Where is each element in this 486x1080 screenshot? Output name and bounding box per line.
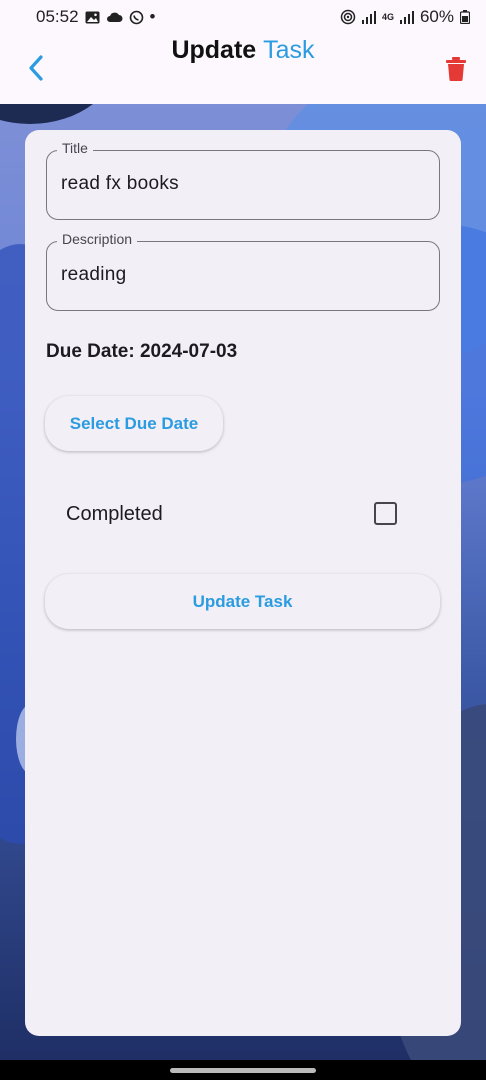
delete-button[interactable] — [442, 55, 470, 83]
battery-percent: 60% — [419, 7, 454, 26]
whatsapp-icon — [129, 10, 144, 25]
status-left: 05:52 • — [36, 7, 156, 27]
status-dot: • — [149, 7, 156, 26]
gallery-icon — [85, 11, 100, 24]
page-title: Update Task — [0, 36, 486, 65]
hotspot-icon — [340, 9, 356, 25]
description-field-label: Description — [57, 231, 138, 247]
select-due-date-button[interactable]: Select Due Date — [45, 396, 223, 451]
description-field[interactable]: Description — [46, 231, 440, 311]
update-task-button[interactable]: Update Task — [45, 574, 440, 629]
network-type-label: 4G — [381, 11, 394, 22]
status-bar: 05:52 • 4G 60% — [0, 0, 486, 34]
due-date-text: Due Date: 2024-07-03 — [46, 341, 238, 362]
battery-icon — [460, 10, 470, 24]
home-gesture-handle[interactable] — [170, 1068, 316, 1073]
signal-icon — [361, 10, 376, 24]
cloud-icon — [106, 11, 123, 23]
signal-icon-2 — [399, 10, 414, 24]
app-bar: Update Task — [0, 34, 486, 104]
task-form-card: Title Description Due Date: 2024-07-03 S… — [25, 130, 461, 1036]
trash-icon — [446, 57, 466, 81]
completed-row[interactable]: Completed — [46, 486, 440, 542]
navigation-bar — [0, 1060, 486, 1080]
title-field[interactable]: Title — [46, 140, 440, 220]
completed-checkbox[interactable] — [374, 502, 397, 525]
status-time: 05:52 — [36, 7, 79, 26]
bg-shape — [0, 104, 120, 124]
description-input[interactable] — [61, 264, 421, 286]
status-right: 4G 60% — [340, 7, 470, 27]
page-title-main: Update — [171, 36, 257, 64]
page-title-accent: Task — [263, 36, 315, 64]
title-field-label: Title — [57, 140, 93, 156]
title-input[interactable] — [61, 173, 421, 195]
completed-label: Completed — [66, 503, 163, 525]
